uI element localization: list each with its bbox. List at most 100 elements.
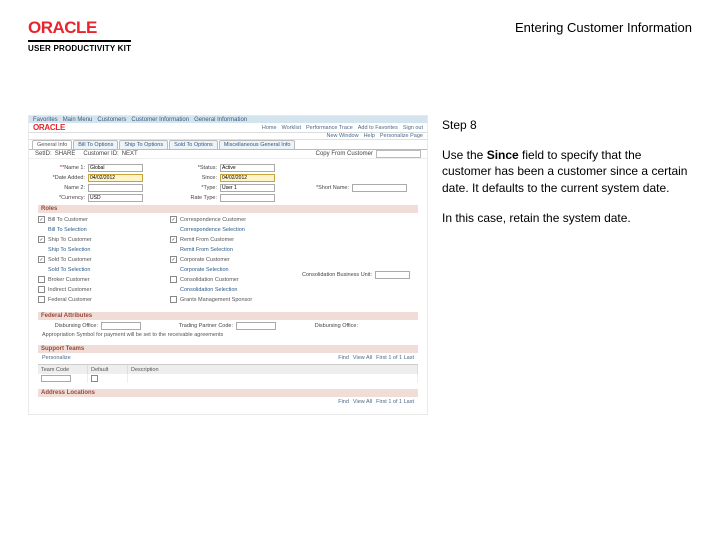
page-header: ORACLE USER PRODUCTIVITY KIT Entering Cu…: [0, 0, 720, 59]
section-address: Address Locations: [38, 389, 418, 397]
app-screenshot: Favorites Main Menu Customers Customer I…: [28, 115, 428, 415]
lbl-broker: Broker Customer: [48, 277, 90, 283]
lbl-rate: Rate Type:: [169, 195, 217, 201]
sup-find[interactable]: Find: [338, 355, 349, 361]
fed-note: Appropriation Symbol for payment will be…: [38, 331, 418, 339]
ss-tabs: General Info Bill To Options Ship To Opt…: [29, 140, 427, 150]
chk-remit[interactable]: [170, 236, 177, 243]
lnk-shipto-sel[interactable]: Ship To Selection: [48, 247, 90, 253]
lbl-currency: *Currency:: [37, 195, 85, 201]
chk-broker[interactable]: [38, 276, 45, 283]
tab-billto[interactable]: Bill To Options: [73, 140, 118, 149]
tab-misc[interactable]: Miscellaneous General Info: [219, 140, 296, 149]
copy-from-input[interactable]: [376, 150, 421, 158]
chk-soldto[interactable]: [38, 256, 45, 263]
sup-count: First 1 of 1 Last: [376, 355, 414, 361]
input-name2[interactable]: [88, 184, 143, 192]
chk-indirect[interactable]: [38, 286, 45, 293]
lbl-name2: Name 2:: [37, 185, 85, 191]
lbl-remit: Remit From Customer: [180, 237, 234, 243]
t1b: Since: [487, 148, 519, 162]
chk-corp[interactable]: [170, 256, 177, 263]
section-support: Support Teams: [38, 345, 418, 353]
input-short[interactable]: [352, 184, 407, 192]
sup-personalize[interactable]: Personalize: [42, 355, 71, 361]
chk-corresp[interactable]: [170, 216, 177, 223]
upk-label: USER PRODUCTIVITY KIT: [28, 40, 131, 53]
lbl-shipto: Ship To Customer: [48, 237, 92, 243]
input-rate[interactable]: [220, 194, 275, 202]
ss-breadcrumb-bar: Favorites Main Menu Customers Customer I…: [29, 116, 427, 123]
input-date-added[interactable]: [88, 174, 143, 182]
col-desc: Description: [128, 365, 418, 374]
link-worklist[interactable]: Worklist: [282, 125, 301, 131]
lbl-billto: Bill To Customer: [48, 217, 88, 223]
lbl-corp: Corporate Customer: [180, 257, 230, 263]
setid-label: SetID:: [35, 151, 52, 157]
instruction-para-1: Use the Since field to specify that the …: [442, 147, 692, 196]
chk-consol[interactable]: [170, 276, 177, 283]
chk-grants[interactable]: [170, 296, 177, 303]
col-default: Default: [88, 365, 128, 374]
input-name1[interactable]: [88, 164, 143, 172]
addr-find[interactable]: Find: [338, 399, 349, 405]
lbl-consol-bu: Consolidation Business Unit:: [302, 272, 372, 278]
lbl-type: *Type:: [169, 185, 217, 191]
input-since[interactable]: [220, 174, 275, 182]
input-currency[interactable]: [88, 194, 143, 202]
crumb: Customers: [97, 117, 126, 123]
ss-idline: SetID:SHARE Customer ID:NEXT Copy From C…: [29, 150, 427, 159]
crumb: Customer Information: [131, 117, 189, 123]
addr-view[interactable]: View All: [353, 399, 372, 405]
support-table: Team Code Default Description: [38, 364, 418, 383]
link-perf[interactable]: Performance Trace: [306, 125, 353, 131]
tab-shipto[interactable]: Ship To Options: [119, 140, 168, 149]
brand-block: ORACLE USER PRODUCTIVITY KIT: [28, 18, 131, 53]
crumb: General Information: [194, 117, 247, 123]
input-status[interactable]: [220, 164, 275, 172]
lnk-consol-sel[interactable]: Consolidation Selection: [180, 287, 237, 293]
link-home[interactable]: Home: [262, 125, 277, 131]
lnk-corresp-sel[interactable]: Correspondence Selection: [180, 227, 245, 233]
step-label: Step 8: [442, 117, 692, 133]
lbl-status: *Status:: [169, 165, 217, 171]
chk-billto[interactable]: [38, 216, 45, 223]
ss-brand-bar: ORACLE Home Worklist Performance Trace A…: [29, 123, 427, 133]
ss-subheader: New Window Help Personalize Page: [29, 133, 427, 140]
link-newwin[interactable]: New Window: [326, 133, 358, 139]
lnk-remit-sel[interactable]: Remit From Selection: [180, 247, 233, 253]
input-type[interactable]: [220, 184, 275, 192]
lbl-trading: Trading Partner Code:: [163, 323, 233, 329]
link-personalize[interactable]: Personalize Page: [380, 133, 423, 139]
input-consol-bu[interactable]: [375, 271, 410, 279]
link-fav[interactable]: Add to Favorites: [358, 125, 398, 131]
ss-toplinks: Home Worklist Performance Trace Add to F…: [262, 125, 423, 131]
setid-value: SHARE: [55, 151, 76, 157]
link-help[interactable]: Help: [364, 133, 375, 139]
input-trading[interactable]: [236, 322, 276, 330]
lbl-disb: Disbursing Office:: [38, 323, 98, 329]
sup-view[interactable]: View All: [353, 355, 372, 361]
lnk-soldto-sel[interactable]: Sold To Selection: [48, 267, 90, 273]
instructions-panel: Step 8 Use the Since field to specify th…: [442, 115, 692, 415]
tab-soldto[interactable]: Sold To Options: [169, 140, 218, 149]
col-team: Team Code: [38, 365, 88, 374]
section-federal: Federal Attributes: [38, 312, 418, 320]
input-disb[interactable]: [101, 322, 141, 330]
addr-count: First 1 of 1 Last: [376, 399, 414, 405]
link-signout[interactable]: Sign out: [403, 125, 423, 131]
section-roles: Roles: [38, 205, 418, 213]
copy-from-label: Copy From Customer: [316, 151, 373, 157]
tab-general-info[interactable]: General Info: [32, 140, 72, 149]
lbl-since: Since:: [169, 175, 217, 181]
chk-shipto[interactable]: [38, 236, 45, 243]
lbl-indirect: Indirect Customer: [48, 287, 91, 293]
lbl-date-added: *Date Added:: [37, 175, 85, 181]
lnk-corp-sel[interactable]: Corporate Selection: [180, 267, 229, 273]
lnk-billto-sel[interactable]: Bill To Selection: [48, 227, 87, 233]
chk-federal[interactable]: [38, 296, 45, 303]
instruction-para-2: In this case, retain the system date.: [442, 210, 692, 226]
team-code-input[interactable]: [41, 375, 71, 382]
page-title: Entering Customer Information: [515, 20, 692, 35]
default-chk[interactable]: [91, 375, 98, 382]
